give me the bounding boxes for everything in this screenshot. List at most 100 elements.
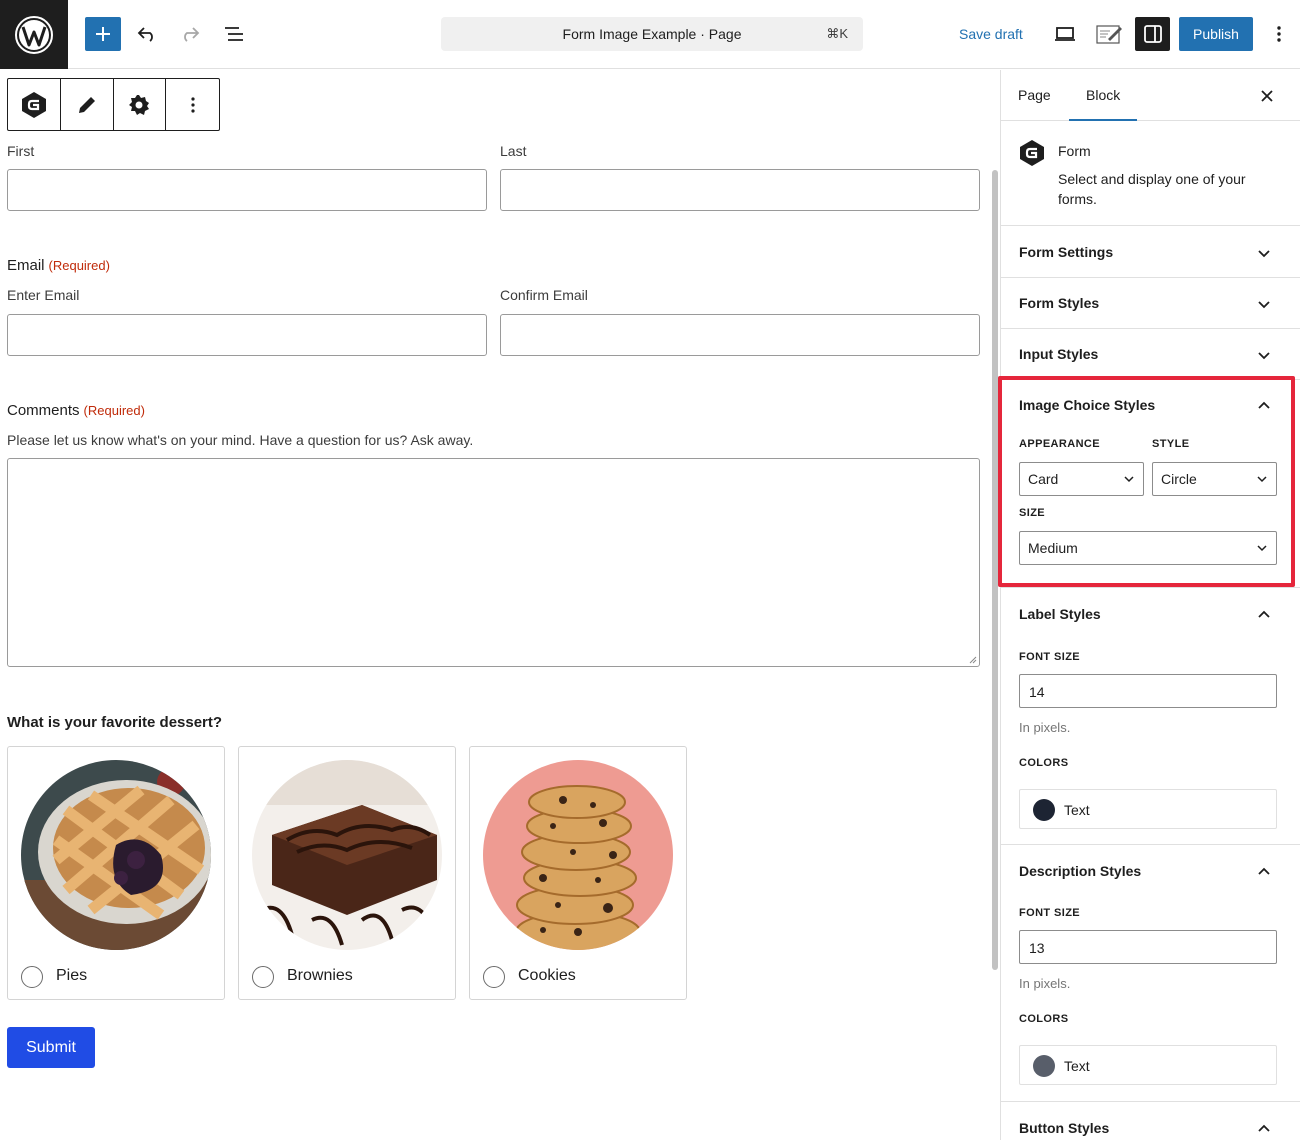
block-card: Form Select and display one of your form… [1001,122,1300,226]
chevron-down-icon [1258,301,1270,309]
label-font-size-input[interactable]: 14 [1019,674,1277,708]
vertical-ellipsis-icon [191,96,195,113]
tab-page[interactable]: Page [1018,70,1051,121]
last-name-input[interactable] [500,169,980,211]
first-name-input[interactable] [7,169,487,211]
canvas-scrollbar[interactable] [990,70,1000,1140]
options-menu-button[interactable] [1262,17,1296,51]
size-select[interactable]: Medium [1019,531,1277,565]
image-choice-card[interactable]: Cookies [469,746,687,1000]
block-title: Form [1058,143,1091,159]
comments-description: Please let us know what's on your mind. … [7,432,474,448]
font-size-label: FONT SIZE [1019,651,1081,663]
color-swatch [1033,799,1055,821]
description-text-color-button[interactable]: Text [1019,1045,1277,1085]
required-indicator: (Required) [83,403,145,418]
chevron-up-icon[interactable] [1255,606,1273,624]
select-value: Medium [1028,540,1078,556]
image-choice-card[interactable]: Brownies [238,746,456,1000]
document-title: Form Image Example · Page [562,26,742,42]
cookies-radio[interactable] [483,966,505,988]
sidebar-tabs: Page Block [1001,70,1300,121]
panel-image-choice-styles: Image Choice Styles APPEARANCE STYLE Car… [1001,380,1300,588]
panel-title[interactable]: Label Styles [1019,606,1101,622]
gravity-forms-icon [21,91,46,118]
wordpress-icon [15,15,53,54]
document-overview-button[interactable] [217,17,251,51]
close-icon [1261,90,1273,102]
image-choice-card[interactable]: Pies [7,746,225,1000]
chevron-down-icon [1258,250,1270,258]
close-sidebar-button[interactable] [1257,86,1277,106]
gravity-forms-icon [1020,140,1044,166]
chevron-up-icon[interactable] [1255,863,1273,881]
description-font-size-input[interactable]: 13 [1019,930,1277,964]
color-name: Text [1064,1058,1090,1074]
confirm-email-input[interactable] [500,314,980,356]
settings-sidebar: Page Block Form Select and display one o… [1000,70,1300,1140]
panel-title[interactable]: Description Styles [1019,863,1141,879]
confirm-email-label: Confirm Email [500,287,588,303]
panel-input-styles[interactable]: Input Styles [1001,329,1300,380]
brownies-radio[interactable] [252,966,274,988]
style-label: STYLE [1152,438,1190,450]
style-select[interactable]: Circle [1152,462,1277,496]
panel-form-styles[interactable]: Form Styles [1001,278,1300,329]
vertical-ellipsis-icon [1277,26,1281,42]
pies-radio[interactable] [21,966,43,988]
brownie-image [252,760,442,950]
enter-email-label: Enter Email [7,287,80,303]
email-input[interactable] [7,314,487,356]
colors-label: COLORS [1019,757,1069,769]
plugin-button[interactable] [1092,17,1126,51]
input-value: 14 [1029,684,1045,700]
editor-canvas: First Last Email (Required) Enter Email C… [0,70,990,1140]
edit-button[interactable] [61,79,114,130]
undo-button[interactable] [130,17,164,51]
submit-button[interactable]: Submit [7,1027,95,1068]
settings-sidebar-toggle[interactable] [1135,17,1170,51]
redo-button[interactable] [173,17,207,51]
gear-icon [129,94,150,115]
document-title-bar[interactable]: Form Image Example · Page ⌘K [441,17,863,51]
panel-title: Form Styles [1019,295,1100,311]
chevron-down-icon [1258,352,1270,360]
email-heading: Email (Required) [7,257,110,274]
appearance-label: APPEARANCE [1019,438,1101,450]
more-options-button[interactable] [166,79,219,130]
resize-handle-icon[interactable] [969,656,977,664]
wordpress-logo-button[interactable] [0,0,68,69]
pie-image [21,760,211,950]
appearance-select[interactable]: Card [1019,462,1144,496]
redo-icon [184,27,200,42]
settings-button[interactable] [114,79,167,130]
first-name-label: First [7,143,35,159]
pixels-hint: In pixels. [1019,976,1071,991]
panel-title: Input Styles [1019,346,1099,362]
tab-block[interactable]: Block [1069,70,1138,121]
panel-button-styles[interactable]: Button Styles [1001,1103,1300,1140]
email-heading-text: Email [7,257,45,274]
canvas-scroll-thumb[interactable] [992,170,998,970]
notepad-pencil-icon [1096,25,1122,44]
save-draft-button[interactable]: Save draft [952,17,1030,51]
chevron-up-icon[interactable] [1255,397,1273,415]
comments-textarea[interactable] [7,458,980,667]
chevron-up-icon [1258,1124,1270,1132]
chevron-down-icon [1257,545,1267,552]
preview-button[interactable] [1048,17,1082,51]
list-view-icon [225,27,243,41]
comments-heading-text: Comments [7,402,80,419]
undo-icon [137,27,153,42]
size-label: SIZE [1019,507,1046,519]
plus-icon [96,27,110,41]
panel-title[interactable]: Image Choice Styles [1019,397,1155,413]
pencil-icon [78,96,95,113]
block-type-button[interactable] [8,79,61,130]
panel-form-settings[interactable]: Form Settings [1001,227,1300,278]
publish-button[interactable]: Publish [1179,17,1253,51]
add-block-button[interactable] [85,17,121,51]
font-size-label: FONT SIZE [1019,907,1081,919]
chevron-down-icon [1124,476,1134,483]
label-text-color-button[interactable]: Text [1019,789,1277,829]
